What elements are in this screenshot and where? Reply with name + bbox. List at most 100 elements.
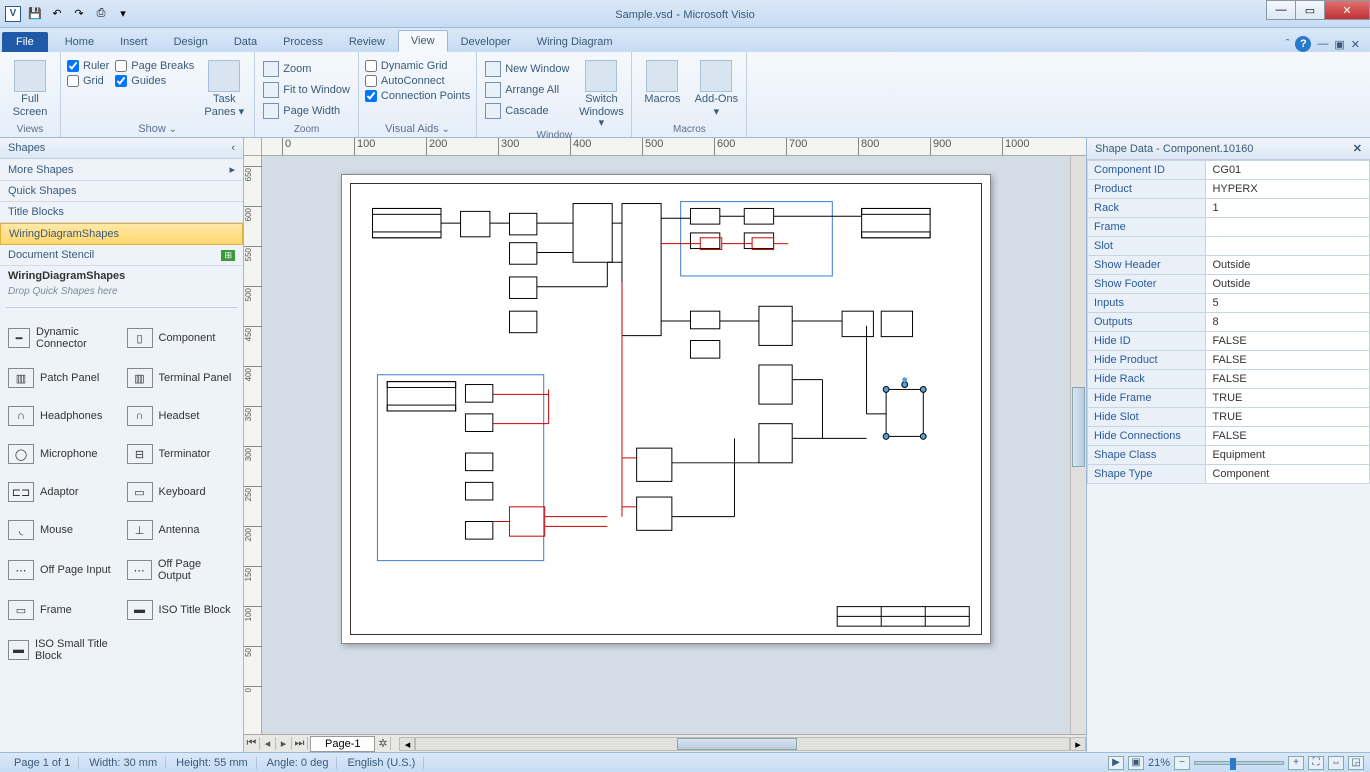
macros-button[interactable]: Macros xyxy=(638,58,686,105)
page-tab-add-icon[interactable]: ✲ xyxy=(375,737,391,750)
tab-insert[interactable]: Insert xyxy=(107,31,161,52)
shape-master[interactable]: ▥Terminal Panel xyxy=(123,366,240,390)
title-blocks-item[interactable]: Title Blocks xyxy=(0,202,243,223)
minimize-button[interactable]: — xyxy=(1266,0,1296,20)
zoom-slider[interactable] xyxy=(1194,761,1284,765)
full-screen-button[interactable]: FullScreen xyxy=(6,58,54,118)
qat-undo-icon[interactable]: ↶ xyxy=(48,5,66,23)
page-nav-last-icon[interactable]: ⏭ xyxy=(292,737,308,750)
wiring-diagram-shapes-item[interactable]: WiringDiagramShapes xyxy=(0,223,243,245)
page-width-button[interactable]: Page Width xyxy=(261,102,352,120)
page-nav-prev-icon[interactable]: ◂ xyxy=(260,737,276,750)
autoconnect-checkbox[interactable]: AutoConnect xyxy=(365,75,470,87)
shapes-header[interactable]: Shapes‹ xyxy=(0,138,243,159)
qat-more-icon[interactable]: ▾ xyxy=(114,5,132,23)
shape-master[interactable]: ∩Headphones xyxy=(4,404,121,428)
drawing-canvas[interactable] xyxy=(262,156,1070,734)
vertical-scrollbar[interactable] xyxy=(1070,156,1086,734)
shape-data-value[interactable]: Equipment xyxy=(1206,446,1370,465)
shape-master[interactable]: ▬ISO Title Block xyxy=(123,598,240,622)
close-panel-icon[interactable]: ✕ xyxy=(1353,142,1362,155)
hscroll-thumb[interactable] xyxy=(677,738,797,750)
zoom-slider-handle[interactable] xyxy=(1230,758,1236,770)
shape-data-row[interactable]: Hide IDFALSE xyxy=(1088,332,1370,351)
tab-process[interactable]: Process xyxy=(270,31,336,52)
hscroll-right-icon[interactable]: ▸ xyxy=(1070,737,1086,751)
shape-data-row[interactable]: Hide RackFALSE xyxy=(1088,370,1370,389)
horizontal-scrollbar[interactable] xyxy=(415,737,1070,751)
zoom-level[interactable]: 21% xyxy=(1148,757,1170,769)
maximize-button[interactable]: ▭ xyxy=(1295,0,1325,20)
close-button[interactable]: ✕ xyxy=(1324,0,1370,20)
connection-points-checkbox[interactable]: Connection Points xyxy=(365,90,470,102)
shape-data-row[interactable]: Hide SlotTRUE xyxy=(1088,408,1370,427)
page-tab-1[interactable]: Page-1 xyxy=(310,736,375,752)
shape-data-row[interactable]: Hide FrameTRUE xyxy=(1088,389,1370,408)
page[interactable] xyxy=(341,174,991,644)
shape-master[interactable]: ⊟Terminator xyxy=(123,442,240,466)
tab-wiring-diagram[interactable]: Wiring Diagram xyxy=(524,31,626,52)
shape-data-value[interactable]: FALSE xyxy=(1206,427,1370,446)
tab-developer[interactable]: Developer xyxy=(448,31,524,52)
shape-data-value[interactable]: CG01 xyxy=(1206,161,1370,180)
shape-master[interactable]: ━Dynamic Connector xyxy=(4,324,121,352)
grid-checkbox[interactable]: Grid xyxy=(67,75,109,87)
shape-master[interactable]: ⊥Antenna xyxy=(123,518,240,542)
status-language[interactable]: English (U.S.) xyxy=(339,757,424,769)
document-stencil-item[interactable]: Document Stencil⊞ xyxy=(0,245,243,266)
zoom-button[interactable]: Zoom xyxy=(261,60,352,78)
qat-print-icon[interactable]: ⎙ xyxy=(92,5,110,23)
guides-checkbox[interactable]: Guides xyxy=(115,75,194,87)
page-nav-next-icon[interactable]: ▸ xyxy=(276,737,292,750)
presentation-mode-icon[interactable]: ▣ xyxy=(1128,756,1144,770)
shape-data-value[interactable]: 1 xyxy=(1206,199,1370,218)
shape-data-value[interactable]: FALSE xyxy=(1206,332,1370,351)
shape-master[interactable]: ◟Mouse xyxy=(4,518,121,542)
pan-zoom-icon[interactable]: ◲ xyxy=(1348,756,1364,770)
shape-data-value[interactable] xyxy=(1206,218,1370,237)
tab-file[interactable]: File xyxy=(2,32,48,52)
shape-data-header[interactable]: Shape Data - Component.10160✕ xyxy=(1087,138,1370,160)
switch-windows-button[interactable]: SwitchWindows ▾ xyxy=(577,58,625,129)
arrange-all-button[interactable]: Arrange All xyxy=(483,81,571,99)
mdi-restore-icon[interactable]: ▣ xyxy=(1334,38,1344,51)
hscroll-left-icon[interactable]: ◂ xyxy=(399,737,415,751)
shape-data-row[interactable]: Rack1 xyxy=(1088,199,1370,218)
mdi-minimize-icon[interactable]: — xyxy=(1317,38,1328,50)
shape-master[interactable]: ∩Headset xyxy=(123,404,240,428)
mdi-close-icon[interactable]: ✕ xyxy=(1351,38,1360,51)
pagebreaks-checkbox[interactable]: Page Breaks xyxy=(115,60,194,72)
tab-data[interactable]: Data xyxy=(221,31,270,52)
help-icon[interactable]: ? xyxy=(1295,36,1311,52)
shape-data-row[interactable]: Shape TypeComponent xyxy=(1088,465,1370,484)
shape-master[interactable]: ▯Component xyxy=(123,324,240,352)
vscroll-thumb[interactable] xyxy=(1072,387,1085,467)
fit-page-icon[interactable]: ⛶ xyxy=(1308,756,1324,770)
macro-record-icon[interactable]: ▶ xyxy=(1108,756,1124,770)
shape-data-row[interactable]: Shape ClassEquipment xyxy=(1088,446,1370,465)
shape-data-value[interactable]: Outside xyxy=(1206,275,1370,294)
tab-home[interactable]: Home xyxy=(52,31,107,52)
shape-data-value[interactable]: 8 xyxy=(1206,313,1370,332)
task-panes-button[interactable]: TaskPanes ▾ xyxy=(200,58,248,118)
page-nav-first-icon[interactable]: ⏮ xyxy=(244,737,260,750)
shape-data-value[interactable]: FALSE xyxy=(1206,351,1370,370)
fit-to-window-button[interactable]: Fit to Window xyxy=(261,81,352,99)
shape-data-value[interactable]: FALSE xyxy=(1206,370,1370,389)
tab-view[interactable]: View xyxy=(398,30,448,52)
shape-master[interactable]: ⋯Off Page Input xyxy=(4,556,121,584)
fit-width-icon[interactable]: ⇔ xyxy=(1328,756,1344,770)
shape-data-row[interactable]: Hide ConnectionsFALSE xyxy=(1088,427,1370,446)
ribbon-min-chevron-icon[interactable]: ˆ xyxy=(1286,38,1290,50)
addons-button[interactable]: Add-Ons▾ xyxy=(692,58,740,118)
shape-master[interactable]: ▬ISO Small Title Block xyxy=(4,636,121,664)
shape-data-row[interactable]: Frame xyxy=(1088,218,1370,237)
shape-data-value[interactable]: HYPERX xyxy=(1206,180,1370,199)
qat-save-icon[interactable]: 💾 xyxy=(26,5,44,23)
shape-data-value[interactable] xyxy=(1206,237,1370,256)
qat-redo-icon[interactable]: ↷ xyxy=(70,5,88,23)
zoom-out-button[interactable]: − xyxy=(1174,756,1190,770)
zoom-in-button[interactable]: + xyxy=(1288,756,1304,770)
shape-master[interactable]: ▭Frame xyxy=(4,598,121,622)
tab-design[interactable]: Design xyxy=(161,31,221,52)
